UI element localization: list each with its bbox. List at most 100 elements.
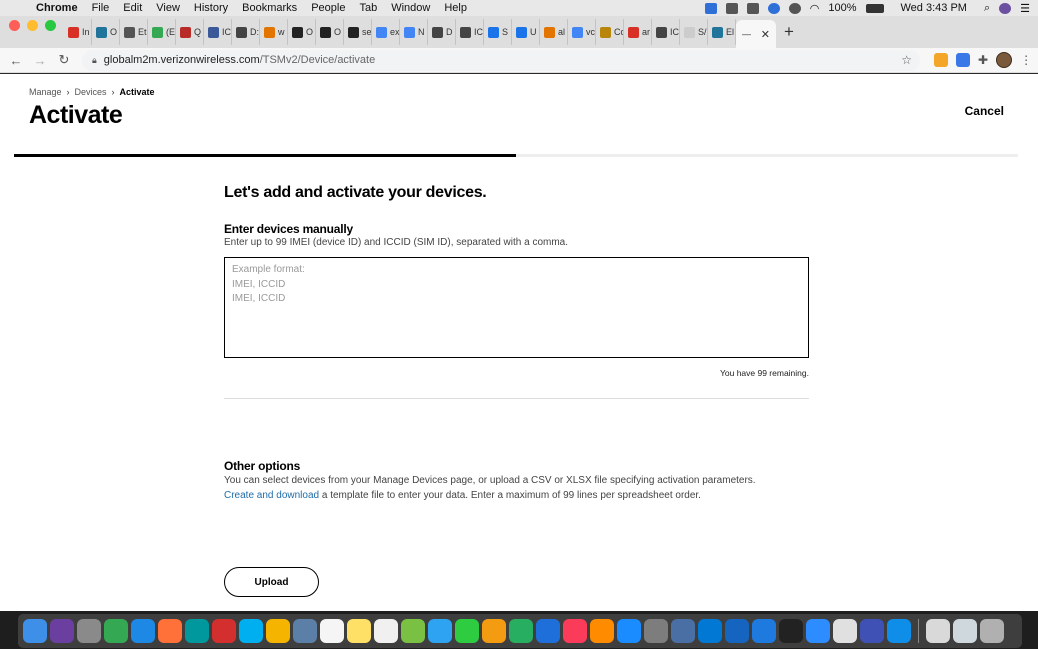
tab-2[interactable]: Et — [120, 19, 148, 45]
tab-16[interactable]: U — [512, 19, 540, 45]
tab-1[interactable]: O — [92, 19, 120, 45]
clock[interactable]: Wed 3:43 PM — [901, 2, 967, 14]
pages-icon[interactable] — [482, 619, 506, 643]
tab-0[interactable]: In — [64, 19, 92, 45]
notification-center-icon[interactable]: ☰ — [1020, 2, 1030, 15]
finder-icon[interactable] — [23, 619, 47, 643]
document-icon[interactable] — [833, 619, 857, 643]
tab-20[interactable]: ar — [624, 19, 652, 45]
tab-5[interactable]: IC — [204, 19, 232, 45]
lock-icon[interactable]: 🔒︎ — [92, 55, 97, 66]
chrome-icon[interactable] — [104, 619, 128, 643]
window-icon[interactable] — [926, 619, 950, 643]
tab-3[interactable]: (E — [148, 19, 176, 45]
reload-icon[interactable]: ↻ — [52, 52, 76, 68]
check-status-icon[interactable] — [788, 2, 801, 14]
battery-icon[interactable] — [865, 3, 884, 13]
arduino-icon[interactable] — [185, 619, 209, 643]
chrome-menu-icon[interactable]: ⋮ — [1020, 53, 1032, 67]
extensions-puzzle-icon[interactable]: ✚ — [978, 53, 988, 67]
launchpad-icon[interactable] — [77, 619, 101, 643]
firefox-icon[interactable] — [158, 619, 182, 643]
camera-status-icon[interactable] — [746, 2, 759, 14]
tab-15[interactable]: S — [484, 19, 512, 45]
menu-edit[interactable]: Edit — [123, 2, 142, 14]
music-icon[interactable] — [563, 619, 587, 643]
tab-23[interactable]: El — [708, 19, 736, 45]
tab-17[interactable]: al — [540, 19, 568, 45]
create-download-template-link[interactable]: Create and download — [224, 490, 319, 501]
sync-status-icon[interactable] — [767, 2, 780, 14]
spotlight-search-icon[interactable]: ⌕ — [984, 2, 990, 15]
cancel-link[interactable]: Cancel — [965, 104, 1004, 118]
books-icon[interactable] — [590, 619, 614, 643]
menu-view[interactable]: View — [156, 2, 180, 14]
skype-business-icon[interactable] — [698, 619, 722, 643]
facetime-icon[interactable] — [455, 619, 479, 643]
maps-icon[interactable] — [401, 619, 425, 643]
app-red-icon[interactable] — [212, 619, 236, 643]
safari-icon[interactable] — [131, 619, 155, 643]
ide-icon[interactable] — [752, 619, 776, 643]
profile-avatar[interactable] — [996, 52, 1013, 68]
tab-4[interactable]: Q — [176, 19, 204, 45]
device-entry-textarea[interactable] — [224, 257, 809, 358]
menu-history[interactable]: History — [194, 2, 228, 14]
terminal-icon[interactable] — [779, 619, 803, 643]
trash-icon[interactable] — [980, 619, 1004, 643]
tab-active[interactable]: — ✕ — [736, 20, 776, 48]
menu-window[interactable]: Window — [391, 2, 430, 14]
menu-tab[interactable]: Tab — [359, 2, 377, 14]
user-status-icon[interactable] — [999, 2, 1012, 14]
breadcrumb-devices[interactable]: Devices — [75, 87, 107, 97]
reminders-icon[interactable] — [374, 619, 398, 643]
menu-bookmarks[interactable]: Bookmarks — [242, 2, 297, 14]
tab-10[interactable]: se — [344, 19, 372, 45]
tab-11[interactable]: ex — [372, 19, 400, 45]
skype-icon[interactable] — [239, 619, 263, 643]
network-icon[interactable] — [671, 619, 695, 643]
menu-file[interactable]: File — [92, 2, 110, 14]
breadcrumb-manage[interactable]: Manage — [29, 87, 62, 97]
system-preferences-icon[interactable] — [644, 619, 668, 643]
tab-9[interactable]: O — [316, 19, 344, 45]
calendar-icon[interactable] — [320, 619, 344, 643]
tab-8[interactable]: O — [288, 19, 316, 45]
numbers-icon[interactable] — [509, 619, 533, 643]
notes-icon[interactable] — [347, 619, 371, 643]
extension-blue-icon[interactable] — [956, 53, 970, 67]
messages-icon[interactable] — [428, 619, 452, 643]
tab-19[interactable]: Cc — [596, 19, 624, 45]
tab-7[interactable]: w — [260, 19, 288, 45]
zoom-icon[interactable] — [806, 619, 830, 643]
bookmark-star-icon[interactable]: ☆ — [901, 53, 912, 67]
tab-22[interactable]: S/ — [680, 19, 708, 45]
close-window-button[interactable] — [9, 19, 20, 31]
menu-people[interactable]: People — [311, 2, 345, 14]
new-tab-button[interactable]: + — [776, 22, 802, 42]
tab-18[interactable]: vc — [568, 19, 596, 45]
extension-orange-icon[interactable] — [934, 53, 948, 67]
tab-13[interactable]: D — [428, 19, 456, 45]
preview-icon[interactable] — [293, 619, 317, 643]
menu-app-name[interactable]: Chrome — [36, 2, 78, 14]
keynote-icon[interactable] — [536, 619, 560, 643]
minimize-window-button[interactable] — [27, 19, 38, 31]
upload-button[interactable]: Upload — [224, 567, 319, 597]
teamviewer-icon[interactable] — [887, 619, 911, 643]
jlink-icon[interactable] — [725, 619, 749, 643]
tab-12[interactable]: N — [400, 19, 428, 45]
photos-icon[interactable] — [266, 619, 290, 643]
tab-6[interactable]: D: — [232, 19, 260, 45]
back-icon[interactable]: ← — [4, 53, 28, 68]
teamviewer-status-icon[interactable] — [704, 2, 717, 14]
appstore-icon[interactable] — [617, 619, 641, 643]
chart-app-icon[interactable] — [860, 619, 884, 643]
forward-icon[interactable]: → — [28, 53, 52, 68]
close-tab-icon[interactable]: ✕ — [761, 28, 770, 41]
siri-icon[interactable] — [50, 619, 74, 643]
zoom-window-button[interactable] — [45, 19, 56, 31]
tab-21[interactable]: IC — [652, 19, 680, 45]
address-bar[interactable]: 🔒︎ globalm2m.verizonwireless.com/TSMv2/D… — [82, 49, 920, 71]
tab-14[interactable]: IC — [456, 19, 484, 45]
